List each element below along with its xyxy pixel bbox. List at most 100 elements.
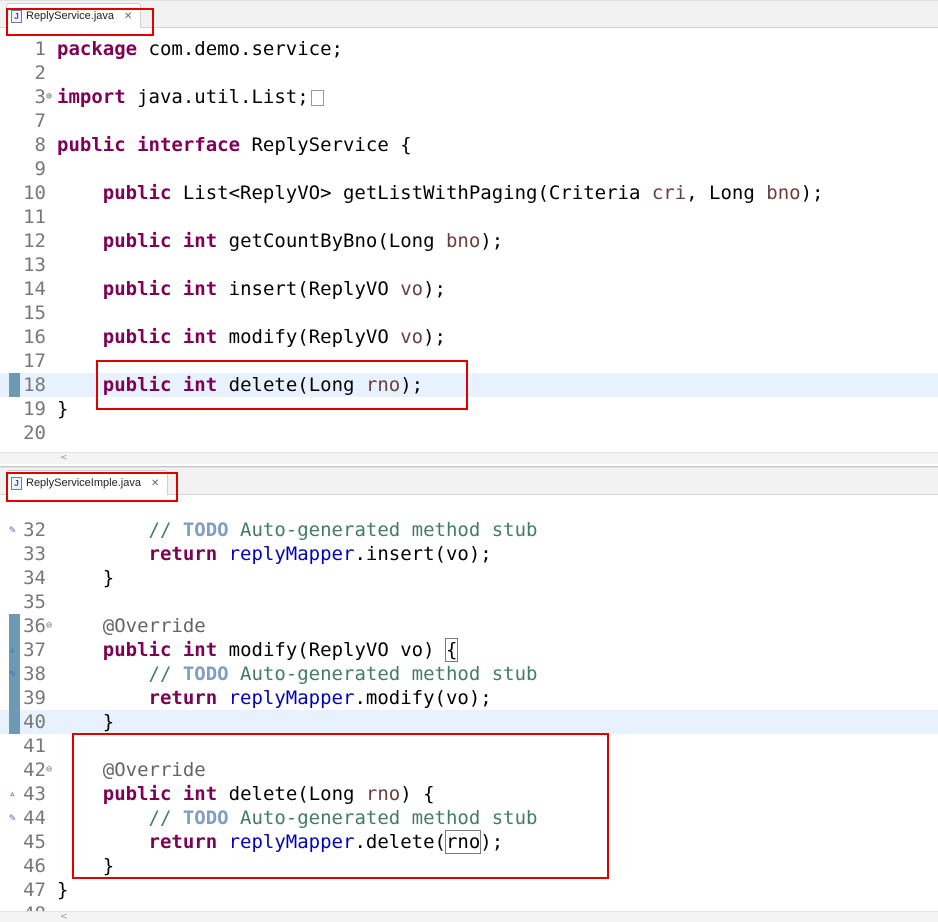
line-number: 39: [23, 687, 46, 709]
code-line[interactable]: 20: [0, 421, 938, 445]
code-line[interactable]: 46 }: [0, 854, 938, 878]
line-number: 36: [23, 615, 46, 637]
override-marker-icon: ▵: [9, 787, 16, 800]
code-text: public int delete(Long rno);: [102, 374, 424, 396]
change-marker: [9, 686, 20, 710]
code-line[interactable]: ▵ 37 public int modify(ReplyVO vo) {: [0, 638, 938, 662]
line-number: 11: [23, 206, 46, 228]
fold-toggle-icon[interactable]: ⊖: [46, 758, 56, 782]
fold-toggle-icon[interactable]: ⊕: [46, 85, 56, 109]
code-line[interactable]: 34 }: [0, 566, 938, 590]
tab-reply-service[interactable]: J ReplyService.java ✕: [6, 3, 142, 28]
code-line[interactable]: 16 public int modify(ReplyVO vo);: [0, 325, 938, 349]
line-number: 42: [23, 759, 46, 781]
line-number: 7: [34, 110, 46, 132]
java-file-icon: J: [11, 9, 22, 23]
code-text: }: [57, 567, 115, 589]
code-line[interactable]: 40 }: [0, 710, 938, 734]
line-number: 37: [23, 639, 46, 661]
code-line[interactable]: 35: [0, 590, 938, 614]
line-number: 17: [23, 350, 46, 372]
code-line[interactable]: 39 return replyMapper.modify(vo);: [0, 686, 938, 710]
tab-label: ReplyServiceImple.java: [26, 477, 141, 489]
code-line[interactable]: 47}: [0, 878, 938, 902]
code-text: }: [57, 879, 69, 901]
code-line[interactable]: ✎ 44 // TODO Auto-generated method stub: [0, 806, 938, 830]
code-line[interactable]: 15: [0, 301, 938, 325]
line-number: 18: [23, 374, 46, 396]
code-line[interactable]: 10 public List<ReplyVO> getListWithPagin…: [0, 181, 938, 205]
code-line[interactable]: 42 ⊖ @Override: [0, 758, 938, 782]
code-text: public List<ReplyVO> getListWithPaging(C…: [102, 182, 824, 204]
code-text: @Override: [102, 615, 206, 637]
code-line[interactable]: 41: [0, 734, 938, 758]
line-number: 40: [23, 711, 46, 733]
line-number: 10: [23, 182, 46, 204]
tab-bar: J ReplyServiceImple.java ✕: [0, 467, 938, 495]
java-file-icon: J: [11, 476, 22, 490]
editor-pane-reply-service-imple: J ReplyServiceImple.java ✕ ✎ 32 // TODO A…: [0, 467, 938, 922]
line-number: 13: [23, 254, 46, 276]
code-line[interactable]: ✎ 38 // TODO Auto-generated method stub: [0, 662, 938, 686]
code-text: package com.demo.service;: [57, 38, 343, 60]
code-line[interactable]: 33 return replyMapper.insert(vo);: [0, 542, 938, 566]
code-text: public int getCountByBno(Long bno);: [102, 230, 504, 252]
close-icon[interactable]: ✕: [151, 478, 159, 489]
line-number: 32: [23, 519, 46, 541]
line-number: 43: [23, 783, 46, 805]
line-number: 2: [34, 62, 46, 84]
override-marker-icon: ▵: [9, 643, 16, 656]
line-number: 46: [23, 855, 46, 877]
line-number: 33: [23, 543, 46, 565]
code-line[interactable]: 3 ⊕ import java.util.List;: [0, 85, 938, 109]
override-marker-icon: ✎: [9, 811, 16, 824]
override-marker-icon: ✎: [9, 667, 16, 680]
folded-region-icon[interactable]: [310, 89, 324, 106]
code-text: public int insert(ReplyVO vo);: [102, 278, 446, 300]
code-line[interactable]: 45 return replyMapper.delete(rno);: [0, 830, 938, 854]
code-text: // TODO Auto-generated method stub: [148, 807, 538, 829]
change-marker: [9, 710, 20, 734]
change-marker: [9, 614, 20, 638]
code-line[interactable]: 12 public int getCountByBno(Long bno);: [0, 229, 938, 253]
code-line[interactable]: 1 package com.demo.service;: [0, 37, 938, 61]
code-line[interactable]: 17: [0, 349, 938, 373]
line-number: 19: [23, 398, 46, 420]
tab-reply-service-imple[interactable]: J ReplyServiceImple.java ✕: [6, 470, 169, 495]
line-number: 9: [34, 158, 46, 180]
code-line[interactable]: 18 public int delete(Long rno);: [0, 373, 938, 397]
code-text: // TODO Auto-generated method stub: [148, 519, 538, 541]
code-line[interactable]: 11: [0, 205, 938, 229]
horizontal-scrollbar[interactable]: <: [0, 911, 938, 922]
code-line[interactable]: ✎ 32 // TODO Auto-generated method stub: [0, 518, 938, 542]
code-line[interactable]: 19}: [0, 397, 938, 421]
line-number: 41: [23, 735, 46, 757]
line-number: 14: [23, 278, 46, 300]
line-number: 44: [23, 807, 46, 829]
code-line[interactable]: 14 public int insert(ReplyVO vo);: [0, 277, 938, 301]
code-line[interactable]: 2: [0, 61, 938, 85]
code-line[interactable]: 9: [0, 157, 938, 181]
code-line[interactable]: 7: [0, 109, 938, 133]
horizontal-scrollbar[interactable]: <: [0, 452, 938, 464]
close-icon[interactable]: ✕: [124, 11, 132, 22]
code-text: public int modify(ReplyVO vo);: [102, 326, 446, 348]
code-line[interactable]: 36 ⊖ @Override: [0, 614, 938, 638]
line-number: 45: [23, 831, 46, 853]
line-number: 38: [23, 663, 46, 685]
code-text: // TODO Auto-generated method stub: [148, 663, 538, 685]
code-line[interactable]: ▵ 43 public int delete(Long rno) {: [0, 782, 938, 806]
line-number: 15: [23, 302, 46, 324]
code-text: }: [57, 398, 69, 420]
tab-bar: J ReplyService.java ✕: [0, 0, 938, 28]
line-number: 8: [34, 134, 46, 156]
code-text: }: [57, 711, 115, 733]
editor-pane-reply-service: J ReplyService.java ✕ 1 package com.demo.…: [0, 0, 938, 467]
code-text: public int delete(Long rno) {: [102, 783, 435, 805]
fold-toggle-icon[interactable]: ⊖: [46, 614, 56, 638]
line-number: 20: [23, 422, 46, 444]
code-line[interactable]: 13: [0, 253, 938, 277]
code-line[interactable]: 8 public interface ReplyService {: [0, 133, 938, 157]
line-number: 3: [34, 86, 46, 108]
code-text: public int modify(ReplyVO vo) {: [102, 638, 459, 662]
